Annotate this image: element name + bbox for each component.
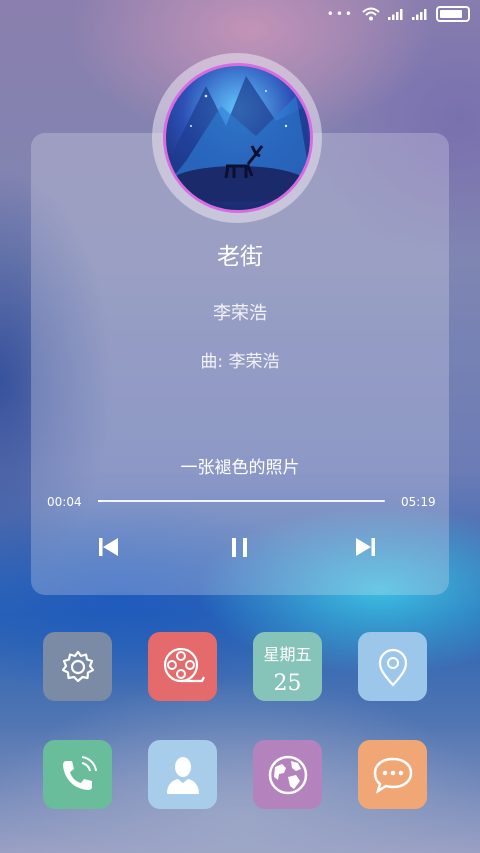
total-time: 05:19	[401, 495, 436, 509]
signal-icon	[412, 9, 427, 20]
wifi-icon	[362, 7, 380, 21]
progress-fill	[98, 500, 102, 502]
next-button[interactable]	[348, 529, 384, 565]
previous-button[interactable]	[90, 529, 126, 565]
location-pin-icon	[378, 648, 407, 687]
globe-icon	[268, 755, 307, 794]
current-lyric: 一张褪色的照片	[180, 458, 300, 478]
phone-app-icon[interactable]	[43, 740, 112, 809]
composer-line: 曲: 李荣浩	[200, 352, 280, 372]
song-title: 老街	[217, 244, 263, 270]
battery-icon	[436, 6, 470, 22]
location-app-icon[interactable]	[358, 632, 427, 701]
messages-app-icon[interactable]	[358, 740, 427, 809]
person-icon	[166, 756, 199, 794]
browser-app-icon[interactable]	[253, 740, 322, 809]
previous-icon	[99, 538, 118, 556]
settings-app-icon[interactable]	[43, 632, 112, 701]
calendar-day-label: 星期五	[263, 645, 312, 664]
next-icon	[356, 538, 375, 556]
status-bar: •••	[0, 0, 480, 30]
video-app-icon[interactable]	[148, 632, 217, 701]
phone-icon	[62, 755, 97, 790]
progress-bar[interactable]	[98, 500, 385, 502]
calendar-date-label: 25	[273, 671, 302, 696]
chat-bubble-icon	[373, 757, 412, 794]
signal-icon	[388, 9, 403, 20]
pause-icon	[232, 538, 247, 557]
album-cover-image[interactable]	[163, 63, 313, 213]
contacts-app-icon[interactable]	[148, 740, 217, 809]
calendar-app-icon[interactable]: 星期五 25	[253, 632, 322, 701]
pause-button[interactable]	[222, 529, 258, 565]
status-icons: •••	[327, 6, 470, 22]
film-reel-icon	[163, 647, 205, 682]
elapsed-time: 00:04	[47, 495, 82, 509]
gear-icon	[61, 650, 94, 682]
artist-name: 李荣浩	[213, 303, 267, 324]
dots-icon: •••	[326, 7, 354, 21]
